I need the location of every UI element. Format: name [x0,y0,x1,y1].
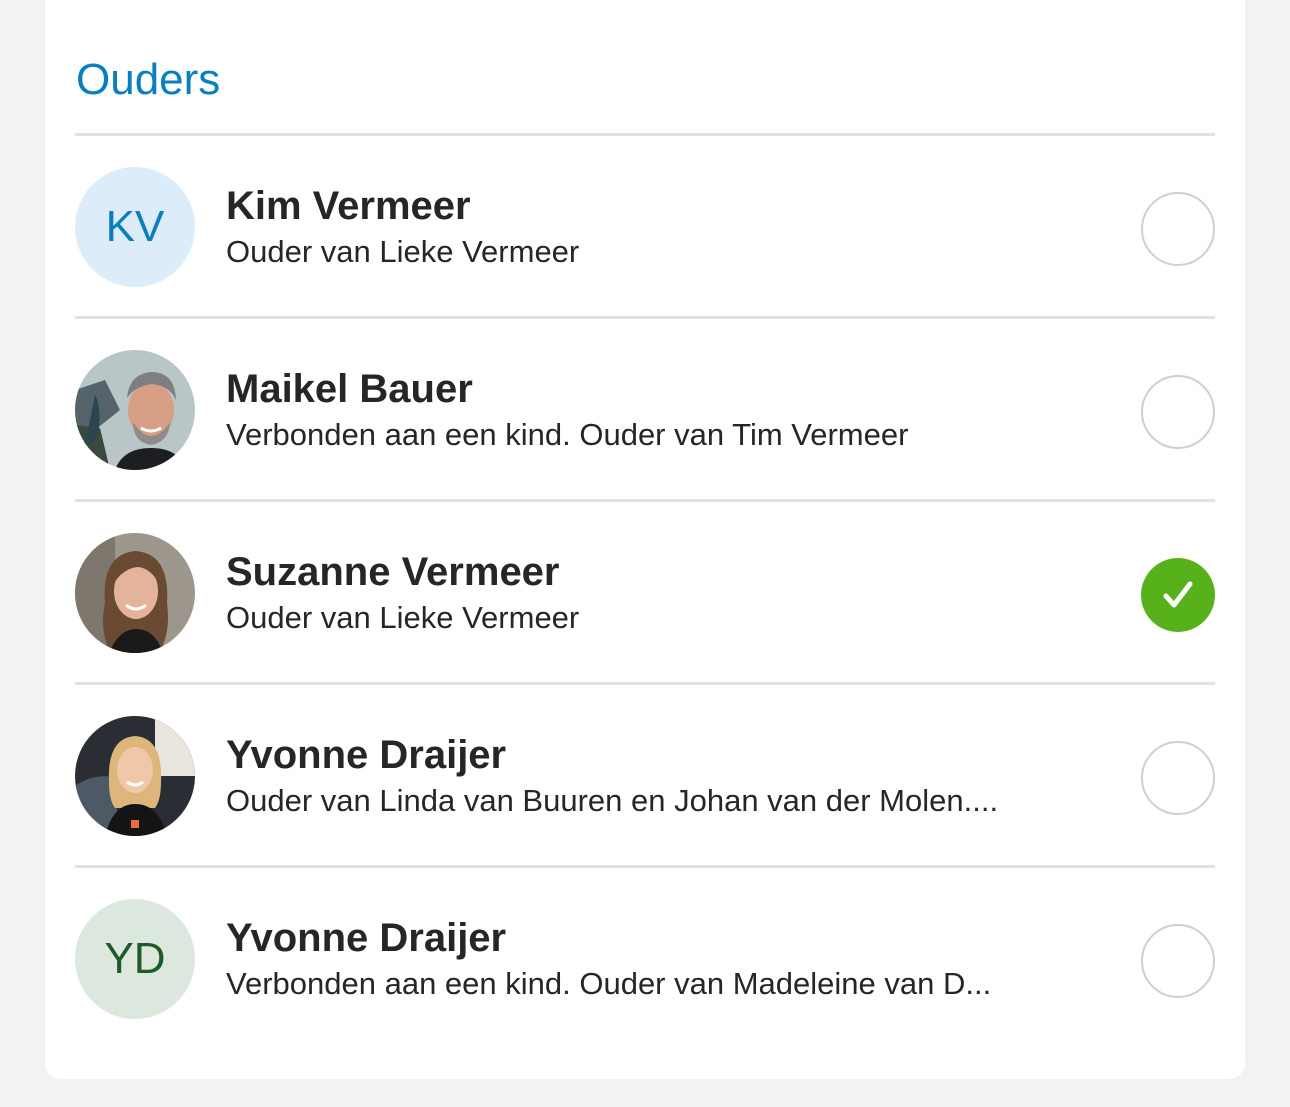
parent-info: Maikel Bauer Verbonden aan een kind. Oud… [226,365,1086,455]
parent-row[interactable]: Maikel Bauer Verbonden aan een kind. Oud… [75,316,1215,499]
parents-card: Ouders KV Kim Vermeer Ouder van Lieke Ve… [45,0,1245,1079]
parent-subtitle: Ouder van Linda van Buuren en Johan van … [226,783,999,818]
person-photo-icon [75,533,195,653]
avatar-initials: YD [104,934,166,983]
parent-name: Suzanne Vermeer [226,550,560,594]
parent-row[interactable]: YD Yvonne Draijer Verbonden aan een kind… [75,865,1215,1048]
parent-list: KV Kim Vermeer Ouder van Lieke Vermeer M… [75,133,1215,1048]
section-title: Ouders [76,55,221,104]
avatar-photo [75,350,195,470]
parent-subtitle: Ouder van Lieke Vermeer [226,234,580,269]
person-photo-icon [75,350,195,470]
avatar: YD [75,899,195,1019]
parent-name: Yvonne Draijer [226,916,507,960]
person-photo-icon [75,716,195,836]
avatar: KV [75,167,195,287]
parent-subtitle: Ouder van Lieke Vermeer [226,600,580,635]
parent-info: Yvonne Draijer Ouder van Linda van Buure… [226,731,1086,821]
avatar-photo [75,533,195,653]
parent-info: Yvonne Draijer Verbonden aan een kind. O… [226,914,1086,1004]
select-radio[interactable] [1141,924,1215,998]
parent-name: Maikel Bauer [226,367,473,411]
parent-subtitle: Verbonden aan een kind. Ouder van Tim Ve… [226,417,909,452]
parent-subtitle: Verbonden aan een kind. Ouder van Madele… [226,966,992,1001]
parent-name: Kim Vermeer [226,184,471,228]
select-radio[interactable] [1141,375,1215,449]
checkmark-icon [1163,581,1193,608]
select-radio-checked[interactable] [1141,558,1215,632]
select-radio[interactable] [1141,192,1215,266]
avatar-initials: KV [105,202,165,251]
parent-info: Kim Vermeer Ouder van Lieke Vermeer [226,182,1086,272]
parent-row[interactable]: Suzanne Vermeer Ouder van Lieke Vermeer [75,499,1215,682]
parent-info: Suzanne Vermeer Ouder van Lieke Vermeer [226,548,1086,638]
parent-row[interactable]: KV Kim Vermeer Ouder van Lieke Vermeer [75,133,1215,316]
parent-row[interactable]: Yvonne Draijer Ouder van Linda van Buure… [75,682,1215,865]
parent-name: Yvonne Draijer [226,733,507,777]
avatar-photo [75,716,195,836]
select-radio[interactable] [1141,741,1215,815]
